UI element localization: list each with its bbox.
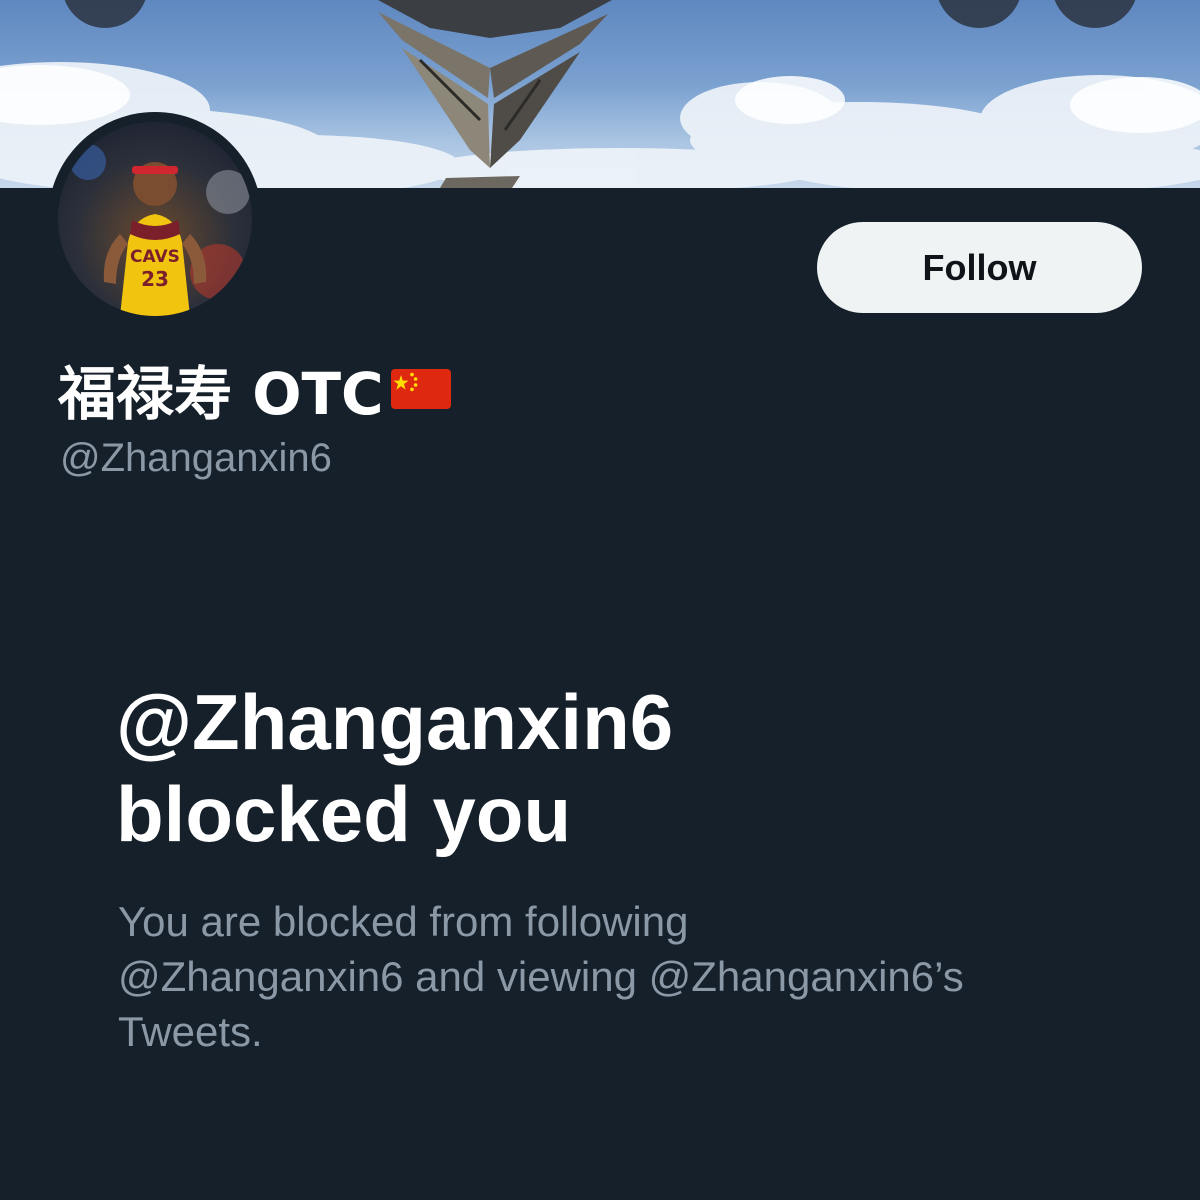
blocked-title: @Zhanganxin6 blocked you <box>116 676 1016 860</box>
svg-text:23: 23 <box>141 267 169 291</box>
display-name: 福禄寿 OTC <box>58 352 452 428</box>
avatar-image: CAVS 23 <box>58 122 252 316</box>
blocked-title-line2: blocked you <box>116 770 572 858</box>
svg-text:CAVS: CAVS <box>130 247 180 267</box>
blocked-desc-line2: @Zhanganxin6 and viewing @Zhanganxin6’s <box>118 953 964 1000</box>
profile-screen: CAVS 23 Follow 福禄寿 OTC @Zhanganxin6 @Zha… <box>0 0 1200 1200</box>
blocked-description: You are blocked from following @Zhanganx… <box>118 894 1118 1059</box>
follow-button[interactable]: Follow <box>817 222 1142 313</box>
blocked-desc-line1: You are blocked from following <box>118 898 689 945</box>
avatar[interactable]: CAVS 23 <box>48 112 262 326</box>
china-flag-icon <box>390 369 451 409</box>
blocked-title-line1: @Zhanganxin6 <box>116 678 674 766</box>
profile-handle: @Zhanganxin6 <box>60 436 332 480</box>
blocked-desc-line3: Tweets. <box>118 1008 263 1055</box>
display-name-text: 福禄寿 OTC <box>58 360 384 428</box>
